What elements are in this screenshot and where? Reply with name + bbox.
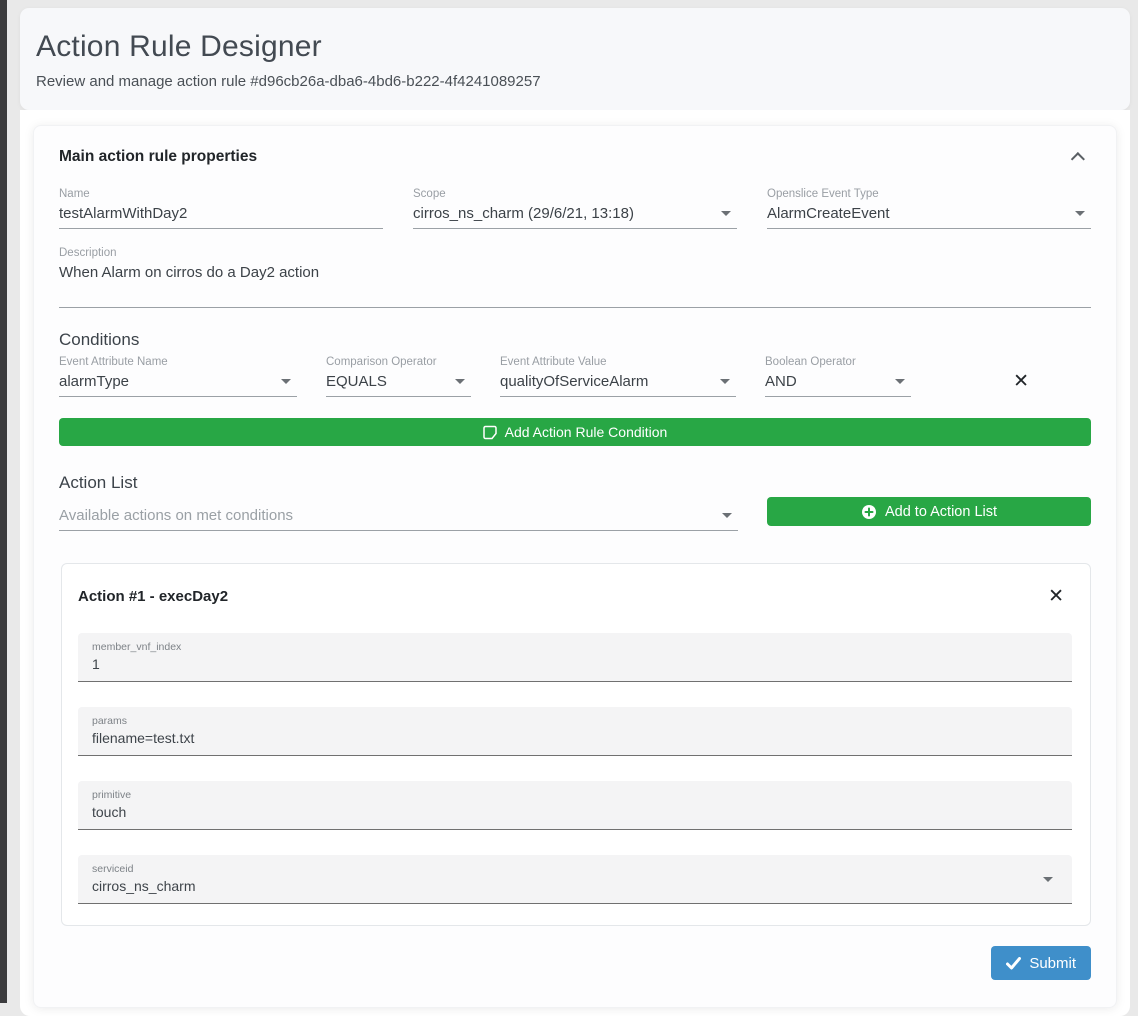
chevron-up-icon[interactable] bbox=[1071, 152, 1085, 166]
name-field: Name bbox=[59, 188, 383, 229]
page-title: Action Rule Designer bbox=[36, 30, 1110, 64]
event-type-field: Openslice Event Type AlarmCreateEvent bbox=[767, 188, 1091, 229]
event-type-select-value: AlarmCreateEvent bbox=[767, 205, 890, 222]
add-to-action-list-button-label: Add to Action List bbox=[885, 504, 997, 520]
primitive-field[interactable]: primitive touch bbox=[78, 781, 1072, 830]
member-vnf-index-field[interactable]: member_vnf_index 1 bbox=[78, 633, 1072, 682]
add-to-action-list-button[interactable]: Add to Action List bbox=[767, 497, 1091, 526]
params-value: filename=test.txt bbox=[92, 730, 1058, 746]
comparison-operator-label: Comparison Operator bbox=[326, 356, 471, 368]
remove-action-button[interactable]: ✕ bbox=[1048, 585, 1064, 608]
primitive-label: primitive bbox=[92, 789, 1058, 801]
scope-label: Scope bbox=[413, 188, 737, 200]
available-actions-select[interactable]: Available actions on met conditions bbox=[59, 502, 738, 531]
action-rule-form-card: Main action rule properties Name Scope c… bbox=[33, 125, 1117, 1008]
name-input[interactable] bbox=[59, 205, 381, 222]
action-card: Action #1 - execDay2 ✕ member_vnf_index … bbox=[61, 563, 1091, 926]
attribute-value-field: Event Attribute Value qualityOfServiceAl… bbox=[500, 356, 736, 397]
scope-field: Scope cirros_ns_charm (29/6/21, 13:18) bbox=[413, 188, 737, 229]
boolean-operator-select[interactable]: AND bbox=[765, 368, 911, 397]
serviceid-label: serviceid bbox=[92, 863, 1058, 875]
serviceid-select[interactable]: serviceid cirros_ns_charm bbox=[78, 855, 1072, 904]
comparison-operator-select[interactable]: EQUALS bbox=[326, 368, 471, 397]
attribute-name-select[interactable]: alarmType bbox=[59, 368, 297, 397]
params-field[interactable]: params filename=test.txt bbox=[78, 707, 1072, 756]
chevron-down-icon bbox=[1075, 211, 1085, 216]
attribute-value-select[interactable]: qualityOfServiceAlarm bbox=[500, 368, 736, 397]
attribute-name-field: Event Attribute Name alarmType bbox=[59, 356, 297, 397]
chevron-down-icon bbox=[895, 379, 905, 384]
event-type-select[interactable]: AlarmCreateEvent bbox=[767, 200, 1091, 229]
action-rule-designer-page: Action Rule Designer Review and manage a… bbox=[20, 8, 1130, 1016]
comparison-operator-select-value: EQUALS bbox=[326, 373, 387, 390]
plus-circle-icon bbox=[861, 504, 877, 520]
description-field: Description bbox=[59, 247, 1091, 308]
scope-select-value: cirros_ns_charm (29/6/21, 13:18) bbox=[413, 205, 634, 222]
description-label: Description bbox=[59, 247, 1091, 259]
content-area: Main action rule properties Name Scope c… bbox=[20, 110, 1130, 1016]
add-condition-button-label: Add Action Rule Condition bbox=[505, 424, 668, 440]
attribute-value-select-value: qualityOfServiceAlarm bbox=[500, 373, 648, 390]
submit-button[interactable]: Submit bbox=[991, 946, 1091, 980]
params-label: params bbox=[92, 715, 1058, 727]
action-list-heading: Action List bbox=[59, 473, 1091, 493]
chevron-down-icon bbox=[722, 513, 732, 518]
chevron-down-icon bbox=[720, 379, 730, 384]
boolean-operator-label: Boolean Operator bbox=[765, 356, 911, 368]
name-label: Name bbox=[59, 188, 383, 200]
attribute-value-label: Event Attribute Value bbox=[500, 356, 736, 368]
chevron-down-icon bbox=[455, 379, 465, 384]
section-title-main-properties: Main action rule properties bbox=[59, 148, 257, 166]
member-vnf-index-label: member_vnf_index bbox=[92, 641, 1058, 653]
remove-condition-button[interactable]: ✕ bbox=[1013, 372, 1029, 391]
page-subtitle: Review and manage action rule #d96cb26a-… bbox=[36, 73, 1110, 90]
scope-select[interactable]: cirros_ns_charm (29/6/21, 13:18) bbox=[413, 200, 737, 229]
page-header: Action Rule Designer Review and manage a… bbox=[20, 8, 1130, 110]
note-add-icon bbox=[483, 425, 497, 440]
available-actions-placeholder: Available actions on met conditions bbox=[59, 507, 293, 524]
description-input[interactable] bbox=[59, 264, 1089, 281]
available-actions-field: Available actions on met conditions bbox=[59, 502, 738, 531]
chevron-down-icon bbox=[1043, 877, 1053, 882]
boolean-operator-field: Boolean Operator AND bbox=[765, 356, 911, 397]
submit-button-label: Submit bbox=[1029, 955, 1076, 972]
conditions-heading: Conditions bbox=[59, 330, 1091, 350]
serviceid-value: cirros_ns_charm bbox=[92, 878, 1058, 894]
member-vnf-index-value: 1 bbox=[92, 656, 1058, 672]
chevron-down-icon bbox=[721, 211, 731, 216]
check-icon bbox=[1006, 957, 1021, 970]
chevron-down-icon bbox=[281, 379, 291, 384]
add-condition-button[interactable]: Add Action Rule Condition bbox=[59, 418, 1091, 446]
action-card-title: Action #1 - execDay2 bbox=[78, 588, 228, 605]
attribute-name-label: Event Attribute Name bbox=[59, 356, 297, 368]
boolean-operator-select-value: AND bbox=[765, 373, 797, 390]
comparison-operator-field: Comparison Operator EQUALS bbox=[326, 356, 471, 397]
event-type-label: Openslice Event Type bbox=[767, 188, 1091, 200]
sidebar-edge bbox=[0, 0, 7, 1003]
attribute-name-select-value: alarmType bbox=[59, 373, 129, 390]
primitive-value: touch bbox=[92, 804, 1058, 820]
